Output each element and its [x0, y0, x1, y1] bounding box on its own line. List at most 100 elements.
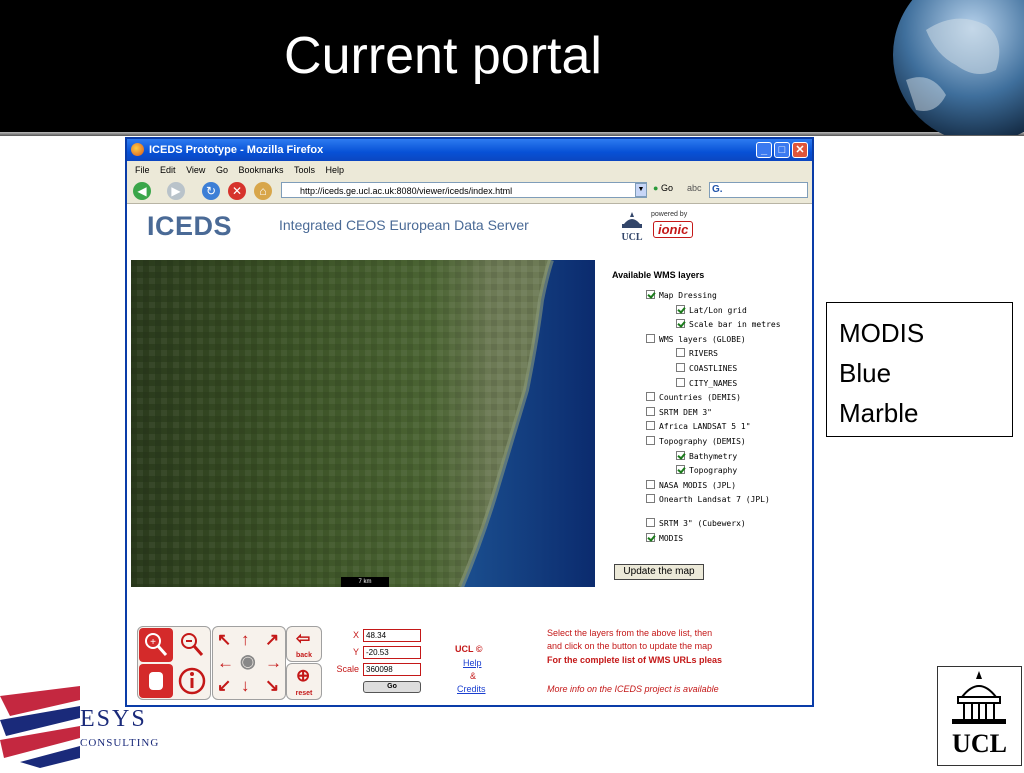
layer-checkbox[interactable]	[676, 377, 685, 387]
layer-checkbox[interactable]	[676, 348, 685, 358]
layer-label: Onearth Landsat 7 (JPL)	[659, 495, 770, 505]
zoom-out-tool-icon[interactable]	[175, 628, 209, 662]
modis-blue-marble-box: MODIS Blue Marble	[826, 302, 1013, 437]
pan-east-icon[interactable]: →	[265, 654, 282, 671]
layer-item[interactable]: Topography	[612, 465, 810, 480]
menu-tools[interactable]: Tools	[294, 165, 315, 175]
layer-item[interactable]: RIVERS	[612, 348, 810, 363]
stop-icon[interactable]: ✕	[228, 182, 246, 200]
layer-item[interactable]: WMS layers (GLOBE)	[612, 333, 810, 349]
go-button[interactable]: ● Go	[653, 183, 673, 193]
x-input[interactable]: 48.34	[363, 629, 421, 642]
layer-label: Topography (DEMIS)	[659, 436, 746, 446]
layer-item[interactable]: SRTM DEM 3"	[612, 406, 810, 422]
back-icon[interactable]: ◀	[133, 182, 151, 200]
go-coordinates-button[interactable]: Go	[363, 681, 421, 693]
powered-by-label: powered by	[651, 211, 688, 218]
layer-label: Topography	[689, 466, 738, 476]
pan-northeast-icon[interactable]: ↗	[265, 631, 279, 648]
layer-checkbox[interactable]	[646, 532, 655, 542]
pan-southwest-icon[interactable]: ↙	[217, 677, 231, 694]
pan-south-icon[interactable]: ↓	[241, 677, 250, 694]
layer-label: WMS layers (GLOBE)	[659, 334, 746, 344]
home-icon[interactable]: ⌂	[254, 182, 272, 200]
layer-checkbox[interactable]	[646, 518, 655, 528]
reset-label: reset	[295, 690, 313, 697]
layer-checkbox[interactable]	[676, 450, 685, 460]
layer-label: NASA MODIS (JPL)	[659, 480, 737, 490]
layer-checkbox[interactable]	[676, 319, 685, 329]
navigation-toolbar: ◀ ▶ ↻ ✕ ⌂ http://iceds.ge.ucl.ac.uk:8080…	[127, 179, 812, 204]
layer-item[interactable]: Countries (DEMIS)	[612, 392, 810, 407]
map-view[interactable]: 7 km	[131, 260, 595, 587]
maximize-icon[interactable]: □	[774, 142, 790, 158]
back-button[interactable]: ⇦ back	[286, 626, 322, 662]
layer-label: SRTM DEM 3"	[659, 407, 712, 417]
ionic-logo: ionic	[653, 221, 694, 238]
layer-item[interactable]: Lat/Lon grid	[612, 304, 810, 320]
pan-north-icon[interactable]: ↑	[241, 631, 250, 648]
spellcheck-icon[interactable]: abc	[687, 183, 702, 193]
zoom-in-tool-icon[interactable]: +	[139, 628, 173, 662]
layer-item[interactable]: NASA MODIS (JPL)	[612, 479, 810, 495]
layer-checkbox[interactable]	[646, 333, 655, 343]
pan-west-icon[interactable]: ←	[217, 654, 234, 671]
pan-arrows-panel: ↖ ↑ ↗ ← ◉ → ↙ ↓ ↘	[212, 626, 286, 700]
layer-label: Lat/Lon grid	[689, 305, 747, 315]
layer-checkbox[interactable]	[646, 290, 655, 299]
scale-input[interactable]: 360098	[363, 663, 421, 676]
menu-go[interactable]: Go	[216, 165, 228, 175]
menu-bookmarks[interactable]: Bookmarks	[238, 165, 283, 175]
firefox-icon	[131, 143, 144, 156]
esys-logo-sub: CONSULTING	[80, 737, 160, 749]
layer-checkbox[interactable]	[646, 479, 655, 489]
layer-checkbox[interactable]	[676, 304, 685, 314]
layer-item[interactable]: SRTM 3" (Cubewerx)	[612, 518, 810, 533]
pan-northwest-icon[interactable]: ↖	[217, 631, 231, 648]
menu-edit[interactable]: Edit	[160, 165, 176, 175]
info-line-1: Select the layers from the above list, t…	[547, 628, 713, 638]
credits-link[interactable]: Credits	[457, 684, 486, 694]
layer-checkbox[interactable]	[646, 392, 655, 402]
esys-logo-name: ESYS	[80, 706, 147, 732]
menu-file[interactable]: File	[135, 165, 150, 175]
update-map-button[interactable]: Update the map	[614, 564, 704, 580]
layer-item[interactable]: COASTLINES	[612, 362, 810, 378]
menu-view[interactable]: View	[186, 165, 205, 175]
menu-help[interactable]: Help	[326, 165, 345, 175]
forward-icon[interactable]: ▶	[167, 182, 185, 200]
layer-item[interactable]: MODIS	[612, 532, 810, 548]
globe-center-icon[interactable]: ◉	[240, 652, 256, 670]
layer-checkbox[interactable]	[646, 494, 655, 504]
ucl-copyright: UCL ©	[455, 644, 483, 654]
layer-item[interactable]: Onearth Landsat 7 (JPL)	[612, 494, 810, 518]
layer-item[interactable]: Topography (DEMIS)	[612, 435, 810, 451]
layer-item[interactable]: Map Dressing	[612, 290, 810, 305]
pan-southeast-icon[interactable]: ↘	[265, 677, 279, 694]
layer-item[interactable]: Africa LANDSAT 5 1"	[612, 421, 810, 436]
page-content: ICEDS Integrated CEOS European Data Serv…	[127, 204, 812, 705]
minimize-icon[interactable]: _	[756, 142, 772, 158]
side-box-line-1: MODIS	[839, 318, 925, 348]
layer-checkbox[interactable]	[676, 362, 685, 372]
ucl-small-label: UCL	[621, 232, 642, 242]
layer-label: CITY_NAMES	[689, 378, 738, 388]
info-tool-icon[interactable]	[175, 664, 209, 698]
layer-item[interactable]: Scale bar in metres	[612, 319, 810, 334]
reload-icon[interactable]: ↻	[202, 182, 220, 200]
search-input[interactable]: G.	[709, 182, 808, 198]
url-dropdown-icon[interactable]: ▼	[635, 183, 647, 197]
globe-image	[886, 0, 1024, 135]
layer-checkbox[interactable]	[646, 406, 655, 416]
layer-item[interactable]: Bathymetry	[612, 450, 810, 466]
layer-checkbox[interactable]	[646, 421, 655, 431]
layer-item[interactable]: CITY_NAMES	[612, 377, 810, 393]
url-input[interactable]: http://iceds.ge.ucl.ac.uk:8080/viewer/ic…	[281, 182, 647, 198]
layer-checkbox[interactable]	[676, 465, 685, 475]
layer-checkbox[interactable]	[646, 435, 655, 445]
reset-button[interactable]: ⊕ reset	[286, 663, 322, 700]
help-link[interactable]: Help	[463, 658, 482, 668]
close-icon[interactable]: ✕	[792, 142, 808, 158]
layer-label: Bathymetry	[689, 451, 738, 461]
y-input[interactable]: -20.53	[363, 646, 421, 659]
